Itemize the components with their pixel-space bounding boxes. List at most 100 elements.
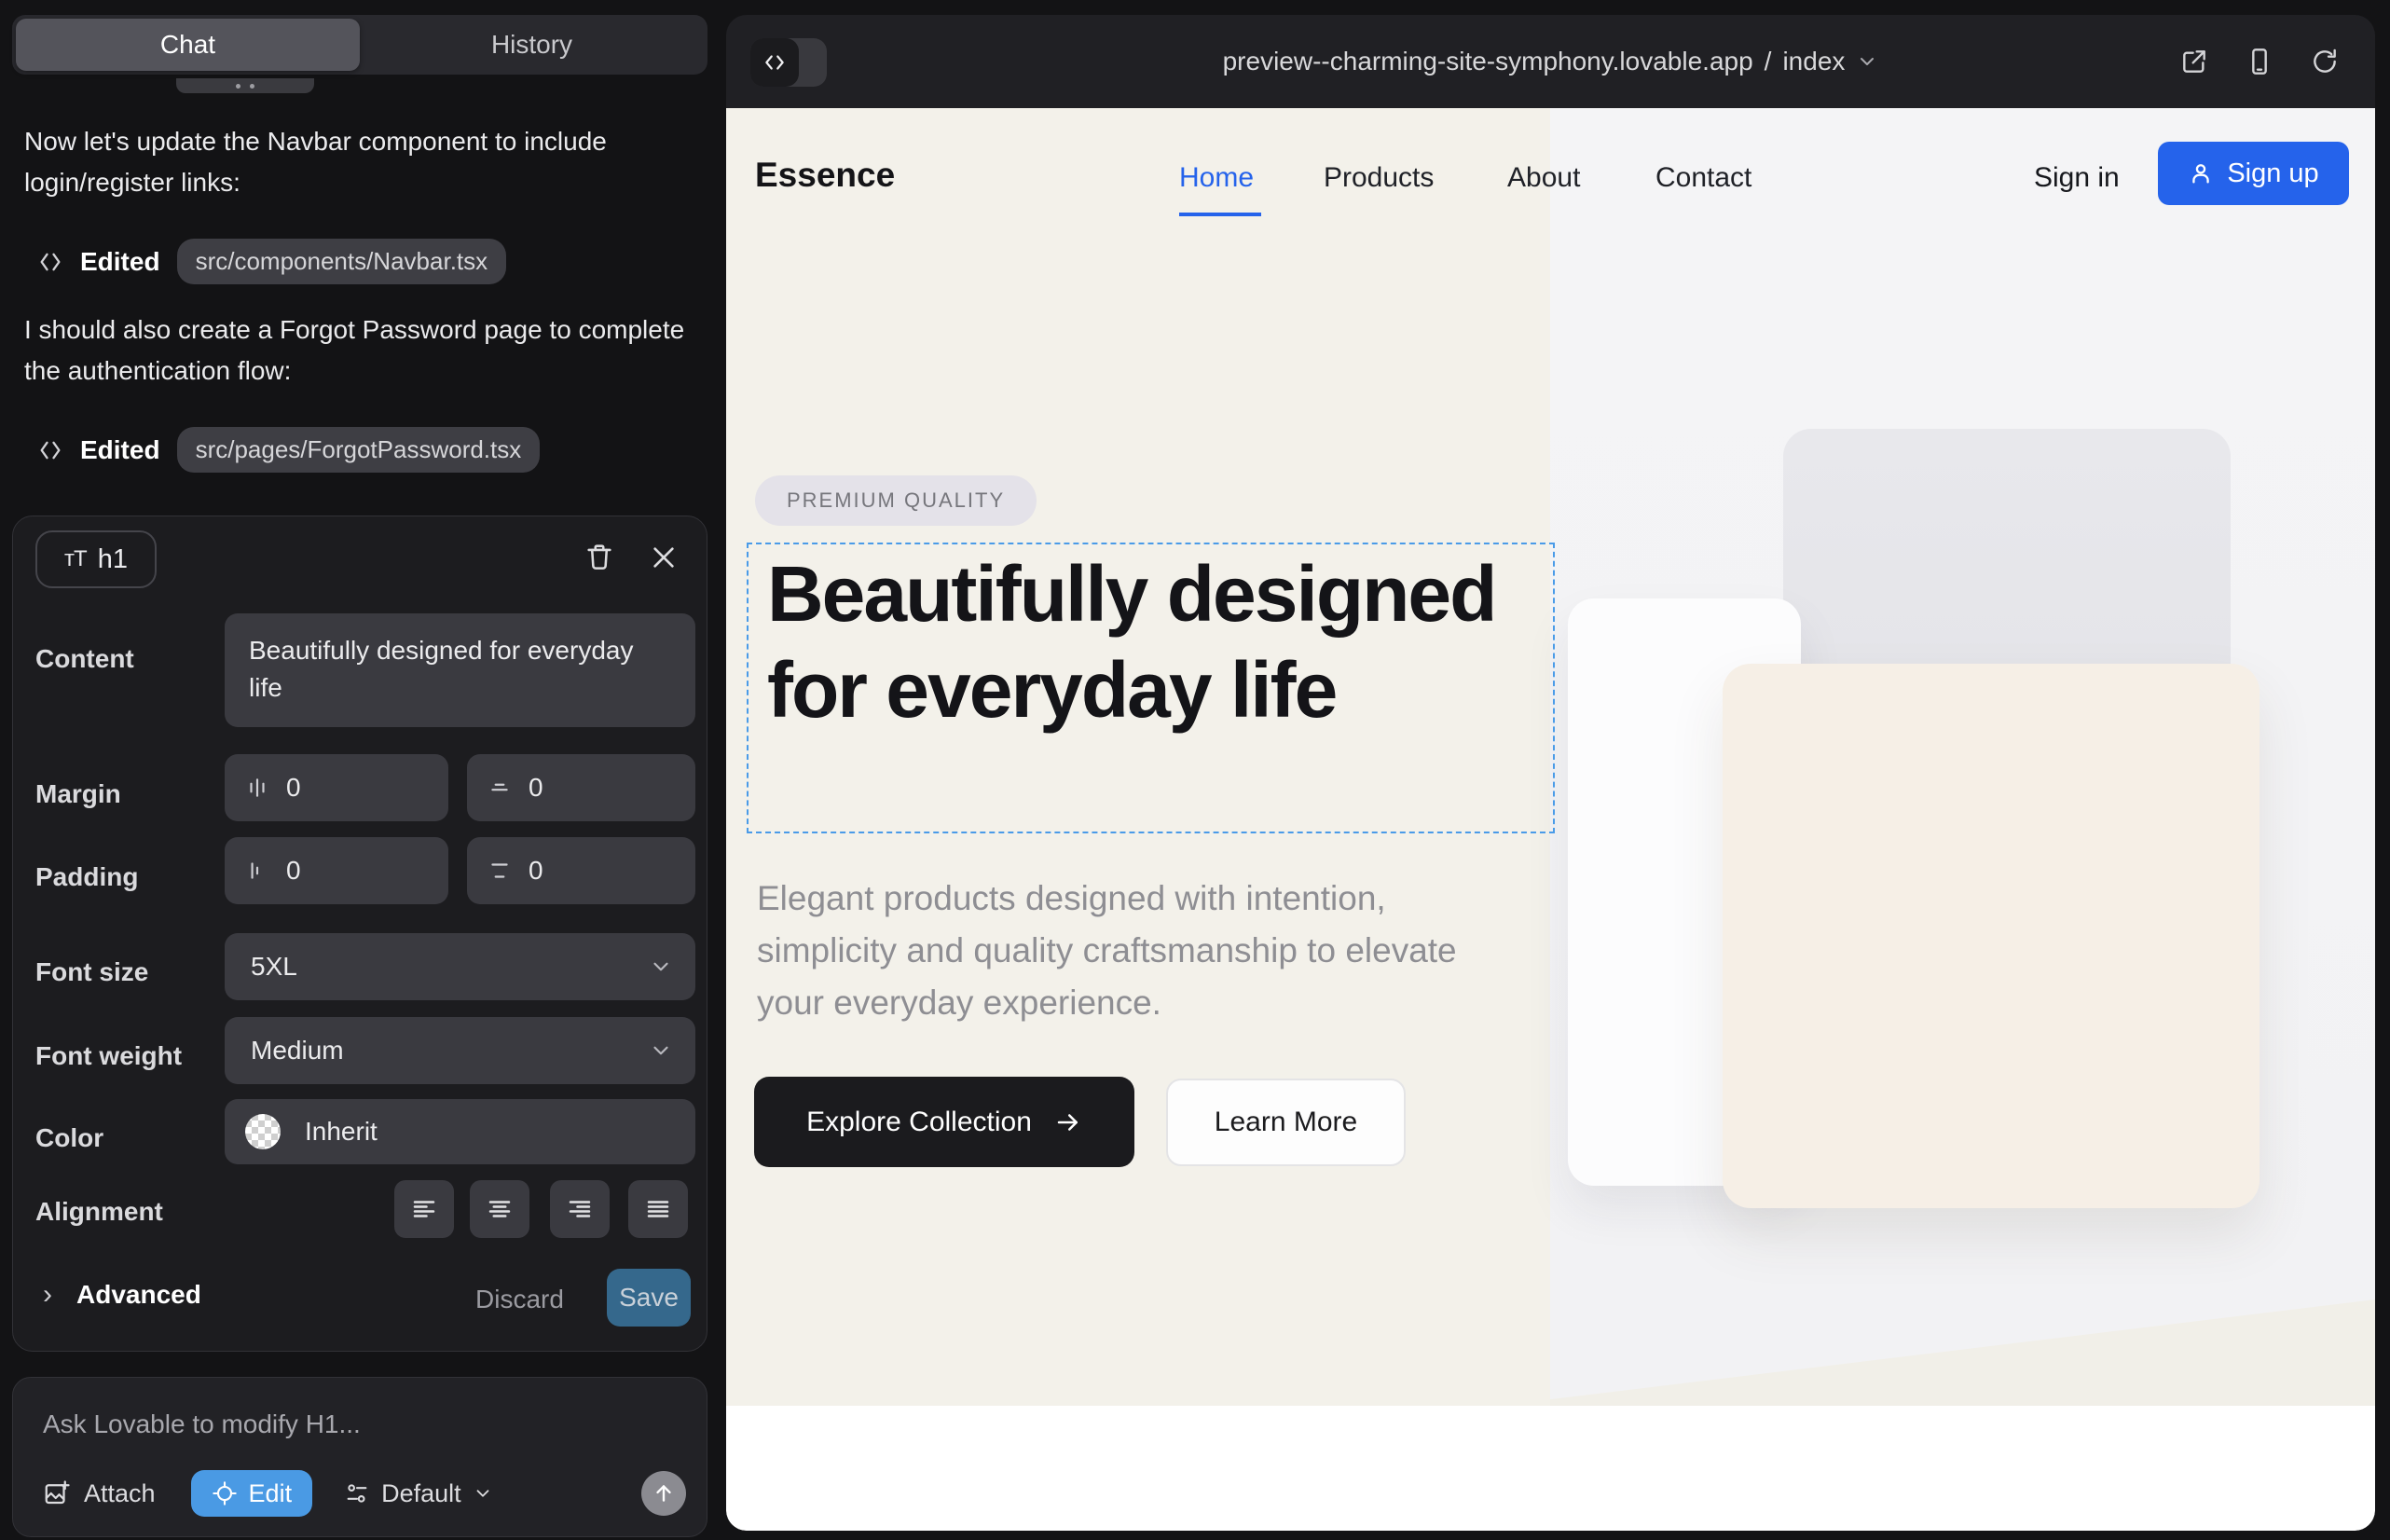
padding-vertical-icon [488,859,512,883]
close-icon[interactable] [649,543,679,572]
preview-actions [2179,15,2340,108]
arrow-right-icon [1054,1108,1082,1136]
padding-y-input[interactable]: 0 [467,837,695,904]
font-weight-select[interactable]: Medium [225,1017,695,1084]
nav-home[interactable]: Home [1179,162,1254,194]
advanced-toggle[interactable]: › Advanced [43,1279,201,1311]
mode-select[interactable]: Default [344,1479,493,1508]
target-icon [212,1480,238,1506]
sliders-icon [344,1480,370,1506]
sign-in-link[interactable]: Sign in [2034,162,2120,194]
active-nav-underline [1179,213,1261,216]
preview-toolbar: preview--charming-site-symphony.lovable.… [726,15,2375,108]
open-external-icon[interactable] [2179,47,2209,76]
file-chip[interactable]: src/pages/ForgotPassword.tsx [177,427,541,473]
edited-file-row: Edited src/pages/ForgotPassword.tsx [37,427,540,473]
content-input[interactable]: Beautifully designed for everyday life [225,613,695,727]
scrolled-chip-partial [176,78,314,93]
explore-collection-button[interactable]: Explore Collection [754,1077,1134,1167]
chevron-down-icon [649,955,673,979]
padding-horizontal-icon [245,859,269,883]
edit-label: Edit [249,1479,293,1508]
hero-description: Elegant products designed with intention… [757,873,1493,1029]
padding-label: Padding [35,862,138,892]
color-swatch-transparent [245,1114,281,1149]
attach-image-icon [43,1479,71,1507]
site-canvas: Essence Home Products About Contact Sign… [726,108,2375,1531]
attach-button[interactable]: Attach [43,1479,156,1508]
element-tag-label: h1 [98,544,128,575]
edited-label: Edited [80,247,160,277]
code-icon [37,249,63,275]
color-value: Inherit [305,1117,378,1147]
hero-headline[interactable]: Beautifully designed for everyday life [767,546,1532,738]
font-size-label: Font size [35,957,148,987]
sign-up-label: Sign up [2227,158,2318,189]
save-button[interactable]: Save [607,1269,691,1327]
font-weight-label: Font weight [35,1041,182,1071]
edited-file-row: Edited src/components/Navbar.tsx [37,239,506,284]
align-right-button[interactable] [550,1180,610,1238]
nav-products[interactable]: Products [1324,162,1434,194]
learn-more-button[interactable]: Learn More [1166,1079,1406,1166]
chevron-right-icon: › [43,1279,52,1311]
chat-history-tabbar: Chat History [12,15,707,75]
url-separator: / [1765,47,1772,76]
app-root: Chat History Now let's update the Navbar… [0,0,2390,1540]
nav-contact[interactable]: Contact [1655,162,1751,194]
attach-label: Attach [84,1479,156,1508]
sign-up-button[interactable]: Sign up [2158,142,2349,205]
discard-button[interactable]: Discard [475,1285,564,1314]
font-size-select[interactable]: 5XL [225,933,695,1000]
composer-input[interactable]: Ask Lovable to modify H1... [43,1409,361,1439]
margin-x-input[interactable]: 0 [225,754,448,821]
chevron-down-icon [649,1038,673,1063]
selected-element-tag: тT h1 [35,530,157,588]
explore-collection-label: Explore Collection [806,1107,1032,1138]
color-select[interactable]: Inherit [225,1099,695,1164]
preview-window: preview--charming-site-symphony.lovable.… [726,15,2375,1531]
font-weight-value: Medium [251,1036,344,1066]
align-left-button[interactable] [394,1180,454,1238]
margin-y-value: 0 [529,773,543,803]
content-label: Content [35,644,134,674]
assistant-message: I should also create a Forgot Password p… [24,309,692,392]
padding-x-input[interactable]: 0 [225,837,448,904]
chevron-down-icon [1856,50,1878,73]
align-justify-button[interactable] [628,1180,688,1238]
color-label: Color [35,1123,103,1153]
assistant-message: Now let's update the Navbar component to… [24,121,692,203]
file-chip[interactable]: src/components/Navbar.tsx [177,239,507,284]
margin-y-input[interactable]: 0 [467,754,695,821]
align-center-button[interactable] [470,1180,529,1238]
chat-composer: Ask Lovable to modify H1... Attach Edit [12,1377,707,1537]
tab-chat[interactable]: Chat [16,19,360,71]
alignment-label: Alignment [35,1197,163,1227]
selected-element-outline: Beautifully designed for everyday life [747,543,1555,833]
site-logo[interactable]: Essence [755,156,895,195]
composer-toolbar: Attach Edit Default [43,1469,686,1518]
edited-label: Edited [80,435,160,465]
type-icon: тT [64,546,87,572]
url-page: index [1782,47,1845,76]
premium-quality-badge: PREMIUM QUALITY [755,475,1037,526]
edit-mode-button[interactable]: Edit [191,1470,313,1517]
decor-card-beige [1723,664,2260,1208]
code-icon [37,437,63,463]
font-size-value: 5XL [251,952,297,982]
margin-horizontal-icon [245,776,269,800]
send-button[interactable] [641,1471,686,1516]
element-editor-panel: тT h1 Content Beautifully designed for e… [12,516,707,1352]
mode-label: Default [381,1479,461,1508]
url-bar[interactable]: preview--charming-site-symphony.lovable.… [726,15,2375,108]
tab-history[interactable]: History [360,19,704,71]
nav-about[interactable]: About [1507,162,1580,194]
margin-vertical-icon [488,776,512,800]
margin-label: Margin [35,779,121,809]
section-below-hero [726,1406,2375,1531]
advanced-label: Advanced [76,1280,201,1310]
mobile-view-icon[interactable] [2245,47,2274,76]
padding-x-value: 0 [286,856,301,886]
delete-element-button[interactable] [584,541,615,572]
refresh-icon[interactable] [2310,47,2340,76]
